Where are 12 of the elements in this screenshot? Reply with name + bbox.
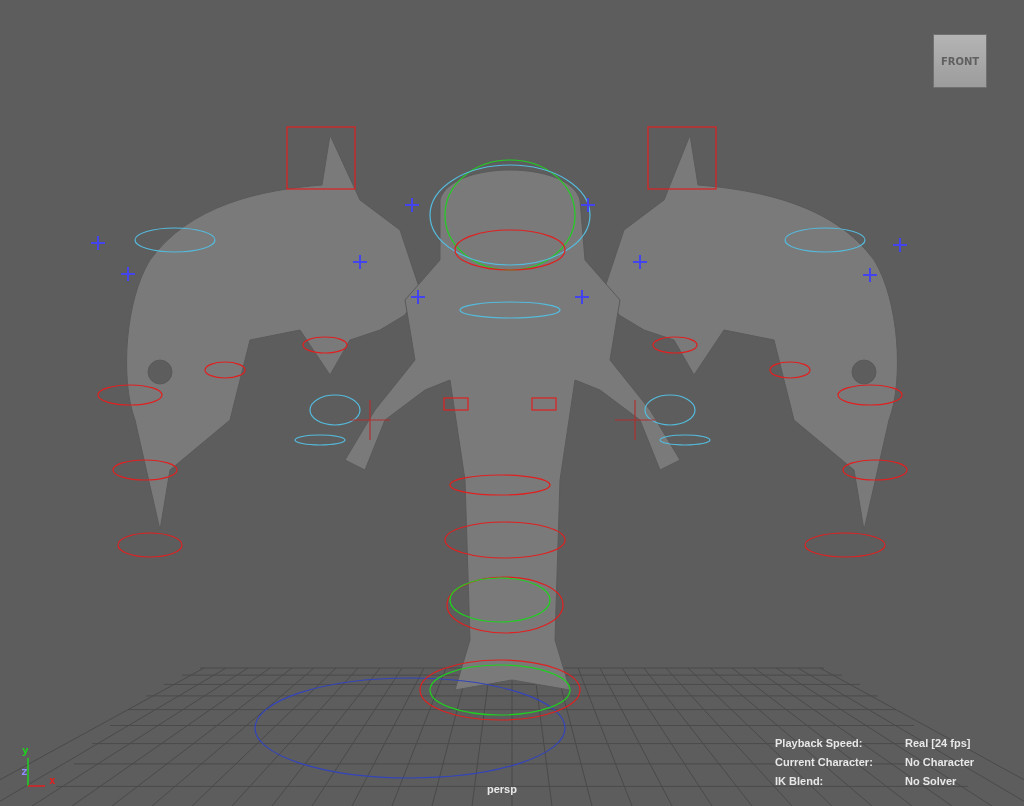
hud-value: No Character: [905, 756, 975, 768]
axis-label: y: [22, 744, 29, 757]
hud-label: Playback Speed:: [775, 737, 864, 749]
hud-value: Real [24 fps]: [905, 737, 972, 749]
camera-name: persp: [487, 783, 517, 795]
viewport-background[interactable]: FRONT y z x Playback Speed: Real [24 fps] Current Character: No Character IK Blend: No Solver persp: [0, 0, 1024, 806]
axis-icon: [27, 757, 46, 787]
hud-value: No Solver: [905, 775, 958, 787]
axis-label: z: [21, 765, 28, 778]
hud-label: Current Character:: [775, 756, 874, 768]
hud-label: IK Blend:: [775, 775, 825, 787]
axis-label: x: [49, 774, 56, 787]
